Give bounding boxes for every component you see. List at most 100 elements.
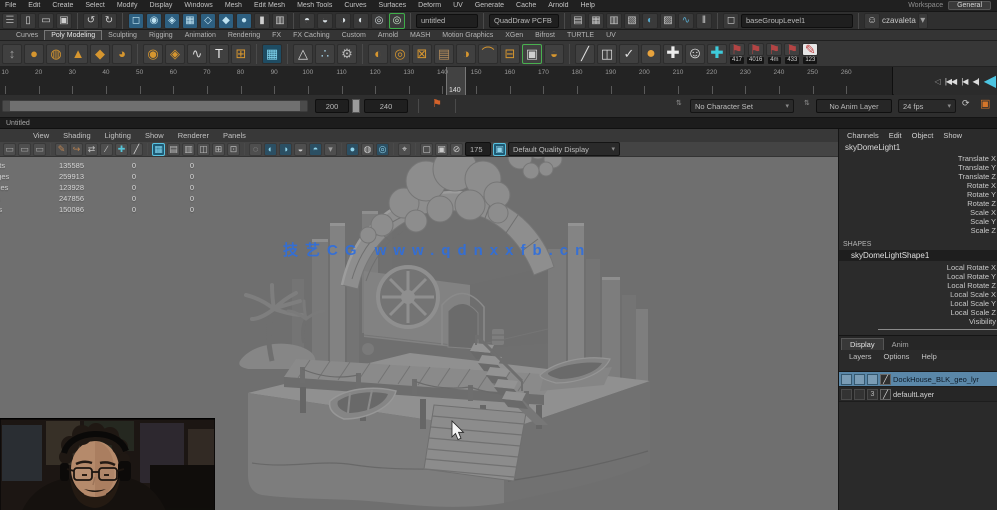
playhead[interactable]: 140: [446, 67, 466, 95]
flag-shelf-icon-1[interactable]: ⚑: [729, 43, 745, 56]
menu-modify[interactable]: Modify: [112, 2, 143, 9]
snap-plane-icon[interactable]: ◐: [353, 13, 369, 29]
viewport-menu-renderer[interactable]: Renderer: [171, 131, 216, 140]
combine-icon[interactable]: ⊠: [412, 44, 432, 64]
shelf-tab-motion-graphics[interactable]: Motion Graphics: [436, 31, 499, 40]
resolution-gate-icon[interactable]: ▦: [152, 143, 165, 156]
light-editor-icon[interactable]: ∿: [678, 13, 694, 29]
gate-mask-icon[interactable]: ▥: [182, 143, 195, 156]
shelf-tab-uv[interactable]: UV: [600, 31, 622, 40]
checklist-icon[interactable]: ✓: [619, 44, 639, 64]
boolean-union-icon[interactable]: ◐: [368, 44, 388, 64]
viewport-menu-show[interactable]: Show: [138, 131, 171, 140]
redo-icon[interactable]: ↻: [101, 13, 117, 29]
flag-shelf-icon-2-group[interactable]: ⚑4016: [747, 43, 764, 64]
layer-toggle[interactable]: [841, 389, 852, 400]
sculpt-icon[interactable]: ◒: [544, 44, 564, 64]
notes-shelf-icon-group[interactable]: ✎123: [802, 43, 818, 64]
stack-icon[interactable]: ▤: [434, 44, 454, 64]
attr-scale-y[interactable]: Scale Y: [839, 217, 997, 226]
poly-pipe-icon[interactable]: ◕: [112, 44, 132, 64]
menu-cache[interactable]: Cache: [511, 2, 541, 9]
uv-editor-icon[interactable]: ▦: [262, 44, 282, 64]
menu-file[interactable]: File: [0, 2, 21, 9]
exposure-icon[interactable]: ⊘: [450, 143, 463, 156]
poly-helix-icon[interactable]: ◍: [46, 44, 66, 64]
attr-visibility[interactable]: Visibility: [839, 317, 997, 326]
separate-icon[interactable]: ◑: [456, 44, 476, 64]
channelbox-menu-channels[interactable]: Channels: [843, 131, 883, 140]
menu-edit-mesh[interactable]: Edit Mesh: [249, 2, 290, 9]
teal-cross-icon[interactable]: ✚: [707, 44, 727, 64]
viewport-menu-shading[interactable]: Shading: [56, 131, 98, 140]
select-vertex-icon[interactable]: ▦: [182, 13, 198, 29]
attr-local-rotate-y[interactable]: Local Rotate Y: [839, 272, 997, 281]
lock-selection-icon[interactable]: ▮: [254, 13, 270, 29]
layer-tab-anim[interactable]: Anim: [884, 339, 917, 350]
flag-shelf-icon-3-group[interactable]: ⚑4m: [766, 43, 782, 64]
layer-toggle[interactable]: [854, 374, 865, 385]
workspace-selector[interactable]: General: [948, 1, 991, 10]
shelf-tab-custom[interactable]: Custom: [336, 31, 372, 40]
layer-tab-display[interactable]: Display: [841, 338, 884, 350]
shelf-scroll-icon[interactable]: ↕: [2, 44, 22, 64]
shelf-tab-animation[interactable]: Animation: [179, 31, 222, 40]
attr-scale-z[interactable]: Scale Z: [839, 226, 997, 235]
camera-lock-icon[interactable]: ▭: [3, 143, 16, 156]
channelbox-menu-object[interactable]: Object: [908, 131, 938, 140]
curve-tool-icon[interactable]: ∿: [187, 44, 207, 64]
sidebar-toggle-icon[interactable]: ☰: [2, 13, 18, 29]
snap-point-icon[interactable]: ◑: [335, 13, 351, 29]
flag-shelf-icon-4[interactable]: ⚑: [784, 43, 800, 56]
select-face-icon[interactable]: ◆: [218, 13, 234, 29]
poly-cube-icon[interactable]: ◆: [90, 44, 110, 64]
attr-local-scale-x[interactable]: Local Scale X: [839, 290, 997, 299]
select-object-icon[interactable]: ◉: [146, 13, 162, 29]
line-icon[interactable]: ╱: [130, 143, 143, 156]
layer-toggle[interactable]: [854, 389, 865, 400]
textured-icon[interactable]: ◑: [279, 143, 292, 156]
menu-surfaces[interactable]: Surfaces: [374, 2, 412, 9]
snap-mesh-icon[interactable]: ◎: [371, 13, 387, 29]
object-details-icon[interactable]: ◻: [723, 13, 739, 29]
menu-generate[interactable]: Generate: [470, 2, 509, 9]
animation-end-field[interactable]: 240: [364, 99, 408, 113]
character-set-dropdown[interactable]: No Character Set▾: [690, 99, 794, 113]
select-component-icon[interactable]: ◈: [164, 13, 180, 29]
layer-row[interactable]: ╱DockHouse_BLK_geo_lyr: [839, 372, 997, 387]
select-edge-icon[interactable]: ◇: [200, 13, 216, 29]
user-account-icon[interactable]: ☺: [864, 13, 880, 29]
symmetry-icon[interactable]: ◎: [389, 13, 405, 29]
use-lights-icon[interactable]: ◒: [294, 143, 307, 156]
bookmark-arrow-icon[interactable]: ↪: [70, 143, 83, 156]
step-back-frame-button[interactable]: ◁: [935, 77, 940, 86]
shelf-tab-fx-caching[interactable]: FX Caching: [287, 31, 336, 40]
field-chart-icon[interactable]: ◫: [197, 143, 210, 156]
safe-action-icon[interactable]: ⊞: [212, 143, 225, 156]
render-sequence-icon[interactable]: ▧: [624, 13, 640, 29]
shaded-icon[interactable]: ◐: [264, 143, 277, 156]
layer-toggle[interactable]: [841, 374, 852, 385]
layer-menu-options[interactable]: Options: [878, 352, 916, 361]
tool-name-field[interactable]: QuadDraw PCFB: [489, 14, 559, 28]
ipr-render-icon[interactable]: ▥: [606, 13, 622, 29]
menu-deform[interactable]: Deform: [413, 2, 446, 9]
range-handle[interactable]: [352, 99, 360, 113]
xray-joints-icon[interactable]: ▣: [435, 143, 448, 156]
mask-icon[interactable]: ☺: [685, 44, 705, 64]
channelbox-object-name[interactable]: skyDomeLight1: [839, 140, 997, 154]
fps-dropdown[interactable]: 24 fps▾: [898, 99, 956, 113]
anim-layer-field[interactable]: No Anim Layer: [816, 99, 892, 113]
account-name[interactable]: czavaleta: [882, 16, 916, 25]
file-new-icon[interactable]: ▯: [20, 13, 36, 29]
attr-translate-y[interactable]: Translate Y: [839, 163, 997, 172]
display-quality-dropdown[interactable]: Default Quality Display▾: [508, 142, 620, 156]
exposure-field[interactable]: 175: [465, 142, 491, 156]
attr-local-rotate-z[interactable]: Local Rotate Z: [839, 281, 997, 290]
highlight-selection-icon[interactable]: ▥: [272, 13, 288, 29]
account-arrow-icon[interactable]: ▾: [918, 13, 928, 29]
render-view-icon[interactable]: ▤: [570, 13, 586, 29]
menu-uv[interactable]: UV: [448, 2, 468, 9]
viewport-menu-view[interactable]: View: [26, 131, 56, 140]
select-hierarchy-icon[interactable]: ◻: [128, 13, 144, 29]
